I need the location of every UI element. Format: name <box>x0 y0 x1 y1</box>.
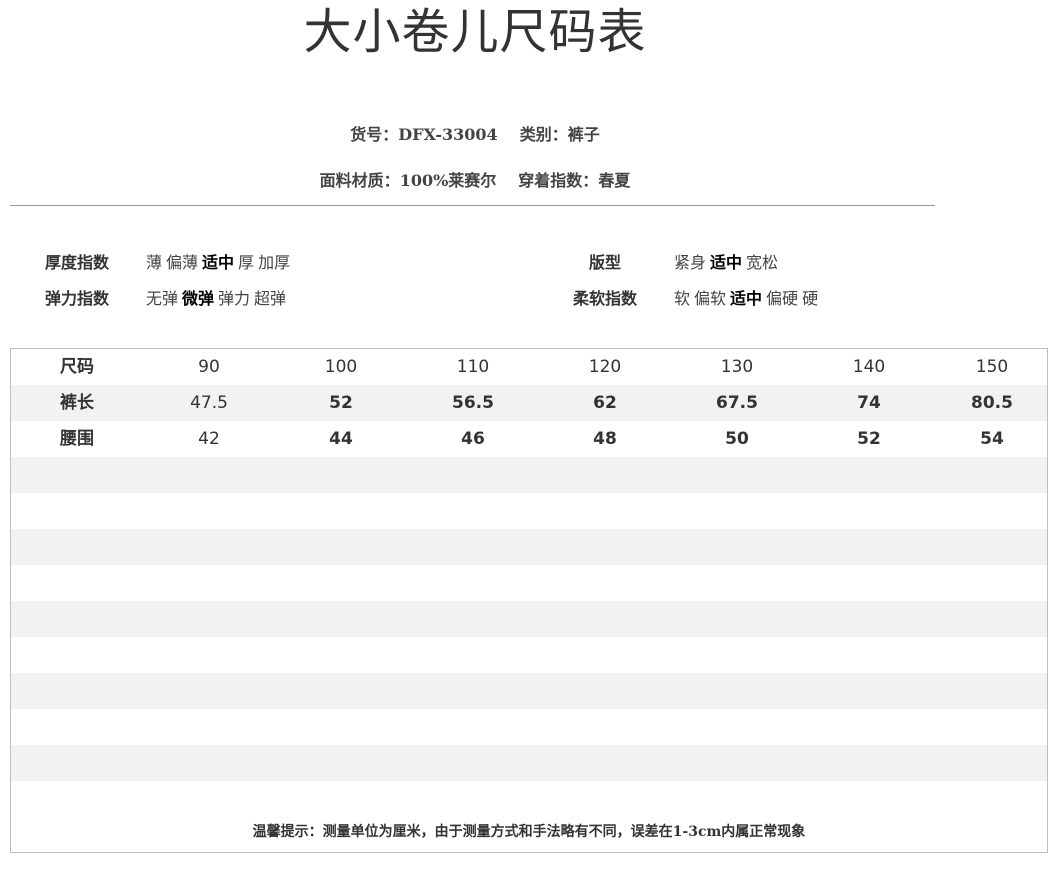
table-cell: 48 <box>593 429 617 449</box>
fabric-label: 面料材质： <box>319 171 400 190</box>
table-row-label: 腰围 <box>60 429 94 449</box>
table-header-row: 尺码 90 100 110 120 130 140 150 <box>11 349 1047 385</box>
elasticity-label: 弹力指数 <box>44 289 109 308</box>
thickness-option: 厚 <box>238 253 255 272</box>
table-row <box>11 565 1047 601</box>
table-row: 裤长 47.5 52 56.5 62 67.5 74 80.5 <box>11 385 1047 421</box>
table-row <box>11 637 1047 673</box>
thickness-option: 薄 <box>146 253 163 272</box>
table-cell: 54 <box>980 429 1004 449</box>
fabric-value: 100%莱赛尔 <box>399 171 497 190</box>
table-cell: 150 <box>975 357 1009 377</box>
table-cell: 46 <box>461 429 485 449</box>
elasticity-option: 弹力 <box>218 289 251 308</box>
table-row: 腰围 42 44 46 48 50 52 54 <box>11 421 1047 457</box>
table-cell: 120 <box>588 357 622 377</box>
fit-label: 版型 <box>588 253 621 272</box>
table-cell: 62 <box>593 393 617 413</box>
table-cell: 140 <box>852 357 886 377</box>
footer-tip: 温馨提示：测量单位为厘米，由于测量方式和手法略有不同，误差在1-3cm内属正常现… <box>252 824 806 840</box>
elasticity-options: 无弹 微弹 弹力 超弹 <box>146 285 290 309</box>
softness-options: 软偏软 适中 偏硬硬 <box>674 285 822 309</box>
table-cell: 74 <box>857 393 881 413</box>
table-cell: 47.5 <box>190 393 228 413</box>
page-title: 大小卷儿尺码表 <box>303 4 647 60</box>
softness-label: 柔软指数 <box>572 289 637 308</box>
table-row <box>11 781 1047 817</box>
fit-option: 紧身 <box>674 253 707 272</box>
table-row <box>11 493 1047 529</box>
softness-option: 软 <box>674 289 691 308</box>
table-cell: 52 <box>857 429 881 449</box>
table-row <box>11 457 1047 493</box>
table-cell: 130 <box>720 357 754 377</box>
table-row-label: 裤长 <box>60 393 94 413</box>
elasticity-option: 无弹 <box>146 289 179 308</box>
table-cell: 50 <box>725 429 749 449</box>
table-cell: 110 <box>456 357 490 377</box>
fabric-meta-line: 面料材质：100%莱赛尔 穿着指数：春夏 <box>180 167 770 191</box>
table-cell: 67.5 <box>716 393 758 413</box>
size-table: 尺码 90 100 110 120 130 140 150 裤长 47.5 52 56.5 62 67.5… <box>10 348 1048 853</box>
item-meta-line: 货号：DFX-33004 类别：裤子 <box>180 121 770 145</box>
thickness-option: 加厚 <box>258 253 291 272</box>
elasticity-option: 微弹 <box>182 289 215 308</box>
thickness-options: 薄偏薄 适中厚加厚 <box>146 249 294 273</box>
softness-option: 偏硬 <box>766 289 799 308</box>
item-no-label: 货号： <box>350 125 399 144</box>
thickness-option: 适中 <box>202 253 235 272</box>
fit-options: 紧身 适中 宽松 <box>674 249 782 273</box>
table-row <box>11 745 1047 781</box>
category-label: 类别： <box>519 125 568 144</box>
softness-option: 适中 <box>730 289 763 308</box>
thickness-label: 厚度指数 <box>44 253 109 272</box>
thickness-option: 偏薄 <box>166 253 199 272</box>
table-cell: 44 <box>329 429 353 449</box>
table-row <box>11 529 1047 565</box>
header-divider <box>10 205 935 206</box>
table-cell: 56.5 <box>452 393 494 413</box>
table-row <box>11 601 1047 637</box>
fit-option: 适中 <box>710 253 743 272</box>
item-no-value: DFX-33004 <box>398 125 498 144</box>
table-row <box>11 673 1047 709</box>
table-cell: 52 <box>329 393 353 413</box>
softness-option: 硬 <box>802 289 819 308</box>
table-cell: 42 <box>198 429 220 449</box>
fit-option: 宽松 <box>746 253 779 272</box>
table-row <box>11 709 1047 745</box>
season-value: 春夏 <box>598 171 631 190</box>
table-row-label: 尺码 <box>60 357 94 377</box>
season-label: 穿着指数： <box>518 171 599 190</box>
elasticity-option: 超弹 <box>254 289 287 308</box>
table-cell: 80.5 <box>971 393 1013 413</box>
table-cell: 90 <box>198 357 220 377</box>
category-value: 裤子 <box>567 125 600 144</box>
softness-option: 偏软 <box>694 289 727 308</box>
table-cell: 100 <box>324 357 358 377</box>
